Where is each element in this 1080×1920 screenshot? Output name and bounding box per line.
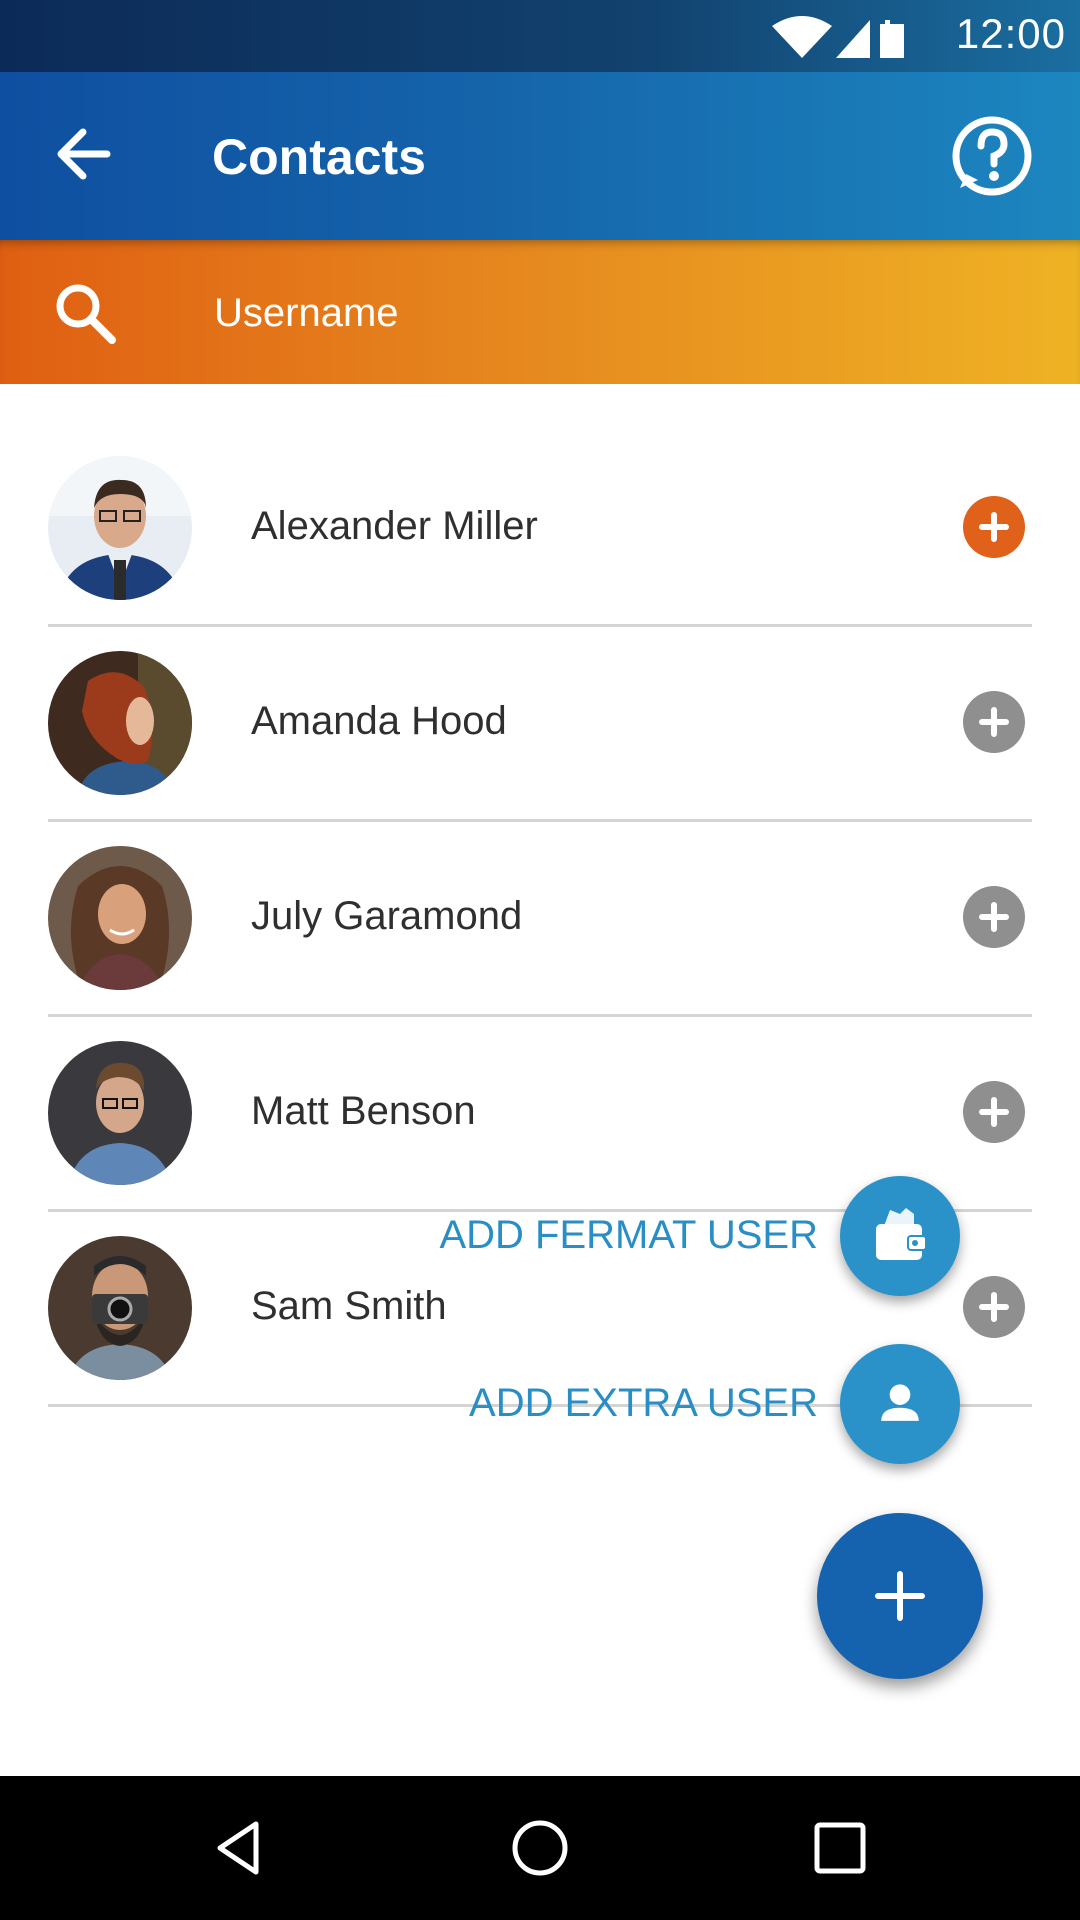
battery-icon	[880, 20, 904, 58]
add-contact-button[interactable]	[963, 1276, 1025, 1338]
plus-icon	[875, 1571, 925, 1621]
add-contact-button[interactable]	[963, 1081, 1025, 1143]
add-extra-user-button[interactable]	[840, 1344, 960, 1464]
back-button[interactable]	[45, 112, 129, 196]
system-nav-bar	[0, 1776, 1080, 1920]
wifi-icon	[772, 16, 832, 58]
contact-row[interactable]: July Garamond	[0, 774, 1080, 1017]
status-bar: 12:00	[0, 0, 1080, 72]
contact-row[interactable]: Matt Benson	[0, 969, 1080, 1212]
search-bar	[0, 240, 1080, 384]
plus-icon	[979, 1097, 1009, 1127]
status-time: 12:00	[955, 10, 1066, 57]
person-icon	[881, 1384, 919, 1421]
status-icons	[772, 16, 904, 58]
plus-icon	[979, 1292, 1009, 1322]
search-input[interactable]	[212, 280, 916, 346]
contact-name: Sam Smith	[251, 1284, 447, 1328]
search-icon	[56, 284, 116, 344]
contact-name: July Garamond	[251, 894, 523, 938]
circle-home-icon	[512, 1820, 568, 1876]
add-contact-button[interactable]	[963, 691, 1025, 753]
add-fermat-user-button[interactable]	[840, 1176, 960, 1296]
plus-icon	[979, 707, 1009, 737]
plus-icon	[979, 902, 1009, 932]
add-contact-button[interactable]	[963, 496, 1025, 558]
add-contact-button[interactable]	[963, 886, 1025, 948]
contact-name: Alexander Miller	[251, 504, 538, 548]
add-fermat-user-label[interactable]: ADD FERMAT USER	[400, 1213, 818, 1258]
contact-name: Matt Benson	[251, 1089, 476, 1133]
help-icon	[952, 116, 1032, 196]
page-title: Contacts	[212, 129, 426, 185]
main-add-fab[interactable]	[817, 1513, 983, 1679]
contact-row[interactable]: Alexander Miller	[0, 384, 1080, 627]
help-button[interactable]	[944, 108, 1040, 204]
nav-recents-button[interactable]	[800, 1808, 880, 1888]
contact-row[interactable]: Amanda Hood	[0, 579, 1080, 822]
triangle-back-icon	[217, 1821, 259, 1875]
nav-home-button[interactable]	[500, 1808, 580, 1888]
app-bar: Contacts	[0, 72, 1080, 240]
arrow-back-icon	[57, 128, 111, 180]
signal-icon	[836, 20, 870, 58]
wallet-icon	[876, 1208, 927, 1260]
nav-back-button[interactable]	[198, 1808, 278, 1888]
avatar	[48, 1236, 192, 1380]
plus-icon	[979, 512, 1009, 542]
contact-name: Amanda Hood	[251, 699, 507, 743]
add-extra-user-label[interactable]: ADD EXTRA USER	[400, 1381, 818, 1426]
square-recents-icon	[814, 1822, 866, 1874]
